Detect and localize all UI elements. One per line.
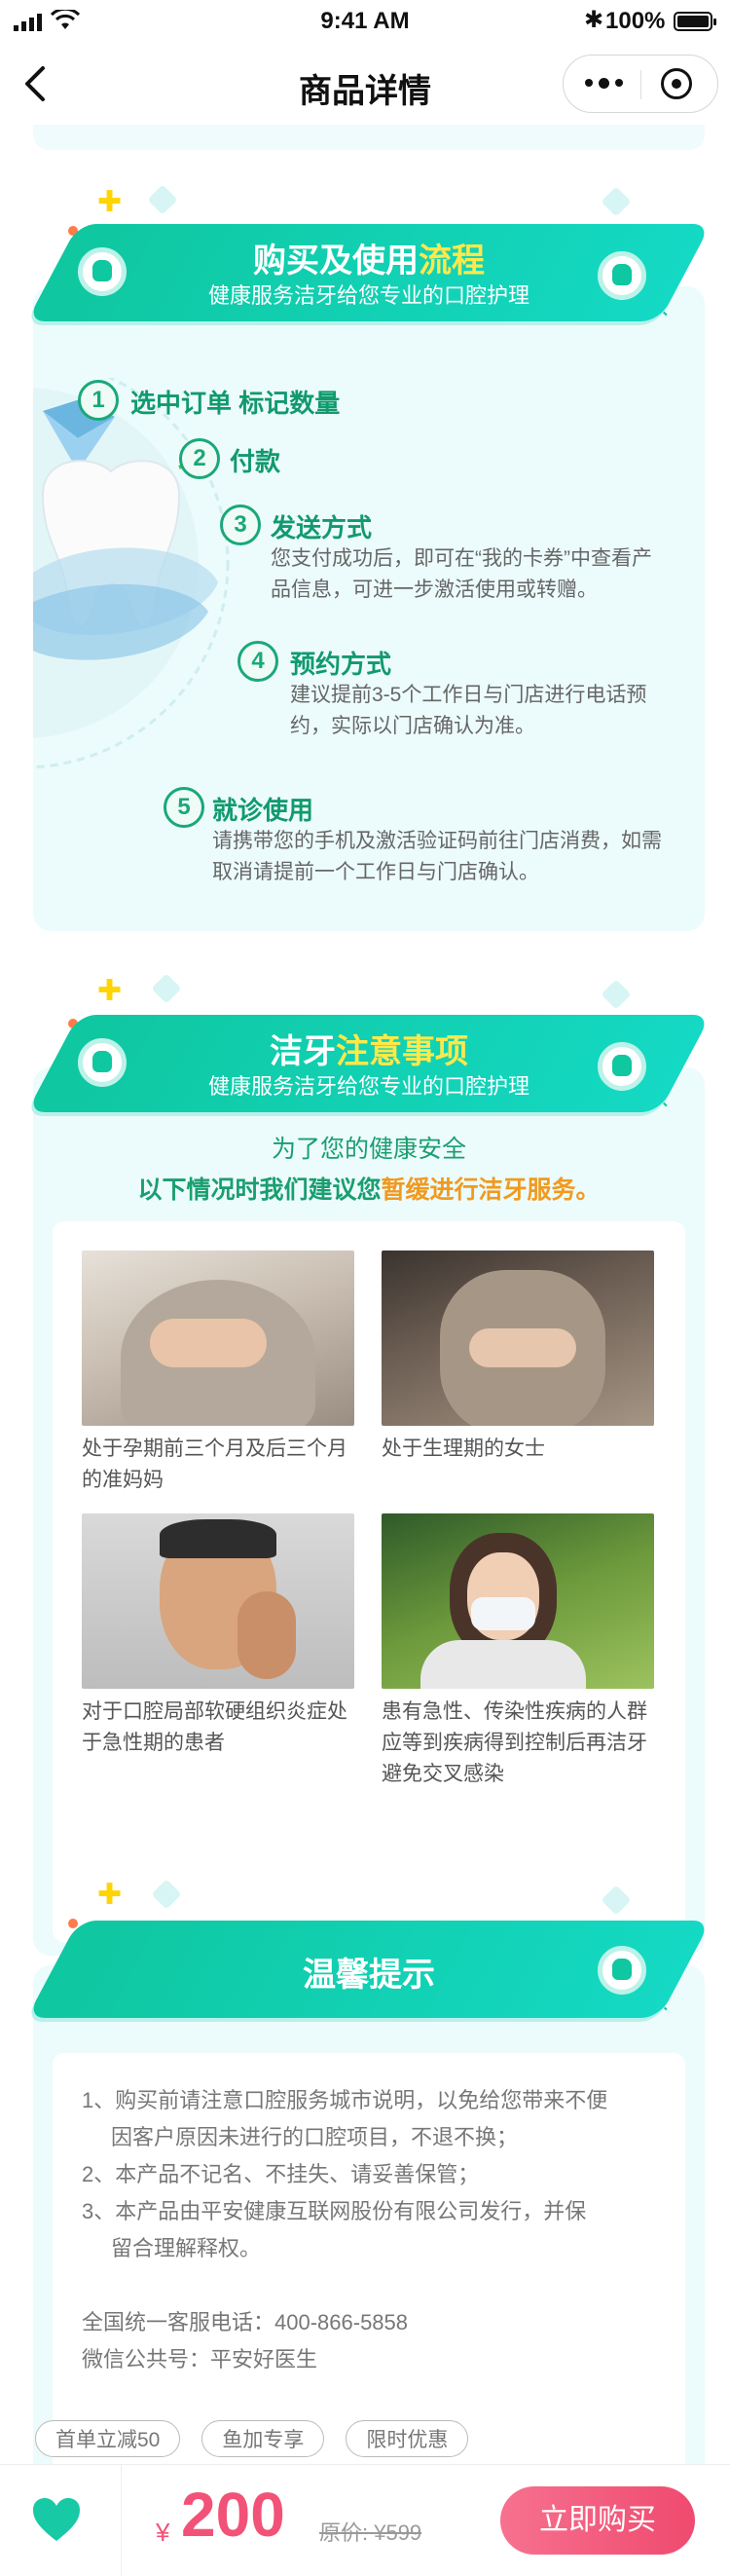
intro-line-2-highlight: 暂缓进行洁牙服务。 xyxy=(381,1176,601,1204)
case-caption: 患有急性、传染性疾病的人群应等到疾病得到控制后再洁牙避免交叉感染 xyxy=(382,1700,647,1785)
step-number: 3 xyxy=(220,504,261,545)
step-number: 4 xyxy=(237,641,278,682)
pregnant-woman-photo xyxy=(82,1251,354,1426)
step-title: 付款 xyxy=(230,447,281,476)
tip-item: 3、本产品由平安健康互联网股份有限公司发行，并保 留合理解释权。 xyxy=(82,2193,666,2267)
precautions-intro: 为了您的健康安全 以下情况时我们建议您暂缓进行洁牙服务。 xyxy=(33,1130,705,1206)
heart-icon[interactable] xyxy=(27,2490,86,2549)
nav-bar: 商品详情 xyxy=(0,43,730,125)
intro-line-1: 为了您的健康安全 xyxy=(271,1136,466,1163)
status-bar: 9:41 AM ✱ 100% xyxy=(0,0,730,43)
case-card-menstruation: 处于生理期的女士 xyxy=(382,1251,654,1465)
purchase-bar: ¥ 200 原价: ¥599 立即购买 xyxy=(0,2464,730,2576)
plus-decoration-icon: ✚ xyxy=(97,975,123,1007)
tooth-icon xyxy=(78,1038,127,1087)
sale-price: 200 xyxy=(181,2480,285,2550)
step-title: 发送方式 xyxy=(271,513,373,542)
hex-decoration xyxy=(147,184,178,215)
case-card-pregnancy: 处于孕期前三个月及后三个月的准妈妈 xyxy=(82,1251,354,1496)
step-title: 选中订单 标记数量 xyxy=(130,389,341,418)
previous-card-bottom xyxy=(33,125,705,150)
bluetooth-icon: ✱ xyxy=(584,7,604,33)
more-icon[interactable] xyxy=(585,73,624,93)
hex-decoration xyxy=(151,973,182,1004)
banner-title-highlight: 流程 xyxy=(419,243,485,280)
step-description: 请携带您的手机及激活验证码前往门店消费，如需取消请提前一个工作日与门店确认。 xyxy=(212,830,662,883)
tip-line: 因客户原因未进行的口腔项目，不退不换； xyxy=(111,2125,519,2149)
scroll-content[interactable]: ✚ ✕ 购买及使用流程 健康服务洁牙给您专业的口腔护理 1 选中订单 标记数量 … xyxy=(0,125,730,2464)
man-toothache-photo xyxy=(82,1513,354,1689)
step-description: 建议提前3-5个工作日与门店进行电话预约，实际以门店确认为准。 xyxy=(290,684,647,737)
original-price: 原价: ¥599 xyxy=(319,2520,422,2545)
plus-decoration-icon: ✚ xyxy=(97,186,123,218)
tip-item: 2、本产品不记名、不挂失、请妥善保管； xyxy=(82,2156,666,2193)
bar-divider xyxy=(121,2465,122,2576)
plus-decoration-icon: ✚ xyxy=(97,1879,123,1911)
step-title: 就诊使用 xyxy=(212,796,314,825)
tooth-icon xyxy=(78,247,127,296)
case-card-infectious-disease: 患有急性、传染性疾病的人群应等到疾病得到控制后再洁牙避免交叉感染 xyxy=(382,1513,654,1790)
hex-decoration xyxy=(601,186,632,217)
case-caption: 对于口腔局部软硬组织炎症处于急性期的患者 xyxy=(82,1700,347,1754)
step-number: 5 xyxy=(164,787,204,828)
battery-percent: 100% xyxy=(605,8,666,34)
promo-tags: 首单立减50 鱼加专享 限时优惠 xyxy=(35,2420,469,2457)
woman-holding-stomach-photo xyxy=(382,1251,654,1426)
battery-icon xyxy=(674,12,716,31)
banner-title-main: 购买及使用 xyxy=(253,243,419,280)
case-card-oral-inflammation: 对于口腔局部软硬组织炎症处于急性期的患者 xyxy=(82,1513,354,1759)
tips-card: 1、购买前请注意口腔服务城市说明，以免给您带来不便 因客户原因未进行的口腔项目，… xyxy=(53,2053,685,2464)
promo-tag: 鱼加专享 xyxy=(201,2420,325,2457)
banner-title-main: 洁牙 xyxy=(270,1033,336,1070)
step-title: 预约方式 xyxy=(290,650,392,679)
step-description: 您支付成功后，即可在“我的卡券”中查看产品信息，可进一步激活使用或转赠。 xyxy=(271,547,652,601)
tooth-icon xyxy=(598,1946,646,1995)
tip-line: 3、本产品由平安健康互联网股份有限公司发行，并保 xyxy=(82,2199,587,2223)
service-hotline[interactable]: 全国统一客服电话：400-866-5858 xyxy=(82,2304,408,2341)
wechat-account: 微信公共号：平安好医生 xyxy=(82,2347,318,2371)
case-caption: 处于孕期前三个月及后三个月的准妈妈 xyxy=(82,1437,347,1491)
woman-with-mask-photo xyxy=(382,1513,654,1689)
miniapp-capsule xyxy=(563,55,718,113)
banner-title-highlight: 注意事项 xyxy=(336,1033,468,1070)
capsule-divider xyxy=(640,70,641,99)
precautions-grid: 处于孕期前三个月及后三个月的准妈妈 处于生理期的女士 对于口腔局部软硬组织炎症处… xyxy=(53,1221,685,1942)
close-miniapp-icon[interactable] xyxy=(661,68,692,99)
step-number: 1 xyxy=(78,380,119,421)
promo-tag: 限时优惠 xyxy=(346,2420,469,2457)
tip-line: 1、购买前请注意口腔服务城市说明，以免给您带来不便 xyxy=(82,2088,608,2112)
tooth-icon xyxy=(598,251,646,300)
case-caption: 处于生理期的女士 xyxy=(382,1437,545,1460)
hex-decoration xyxy=(601,979,632,1010)
intro-line-2: 以下情况时我们建议您暂缓进行洁牙服务。 xyxy=(33,1171,705,1206)
promo-tag: 首单立减50 xyxy=(35,2420,181,2457)
intro-line-2-prefix: 以下情况时我们建议您 xyxy=(137,1176,382,1204)
step-number: 2 xyxy=(179,438,220,479)
tip-line: 2、本产品不记名、不挂失、请妥善保管； xyxy=(82,2162,480,2186)
buy-now-button[interactable]: 立即购买 xyxy=(500,2486,695,2555)
currency-symbol: ¥ xyxy=(156,2518,170,2547)
tip-line: 留合理解释权。 xyxy=(111,2236,262,2260)
tooth-icon xyxy=(598,1042,646,1091)
tip-item: 1、购买前请注意口腔服务城市说明，以免给您带来不便 因客户原因未进行的口腔项目，… xyxy=(82,2082,666,2156)
